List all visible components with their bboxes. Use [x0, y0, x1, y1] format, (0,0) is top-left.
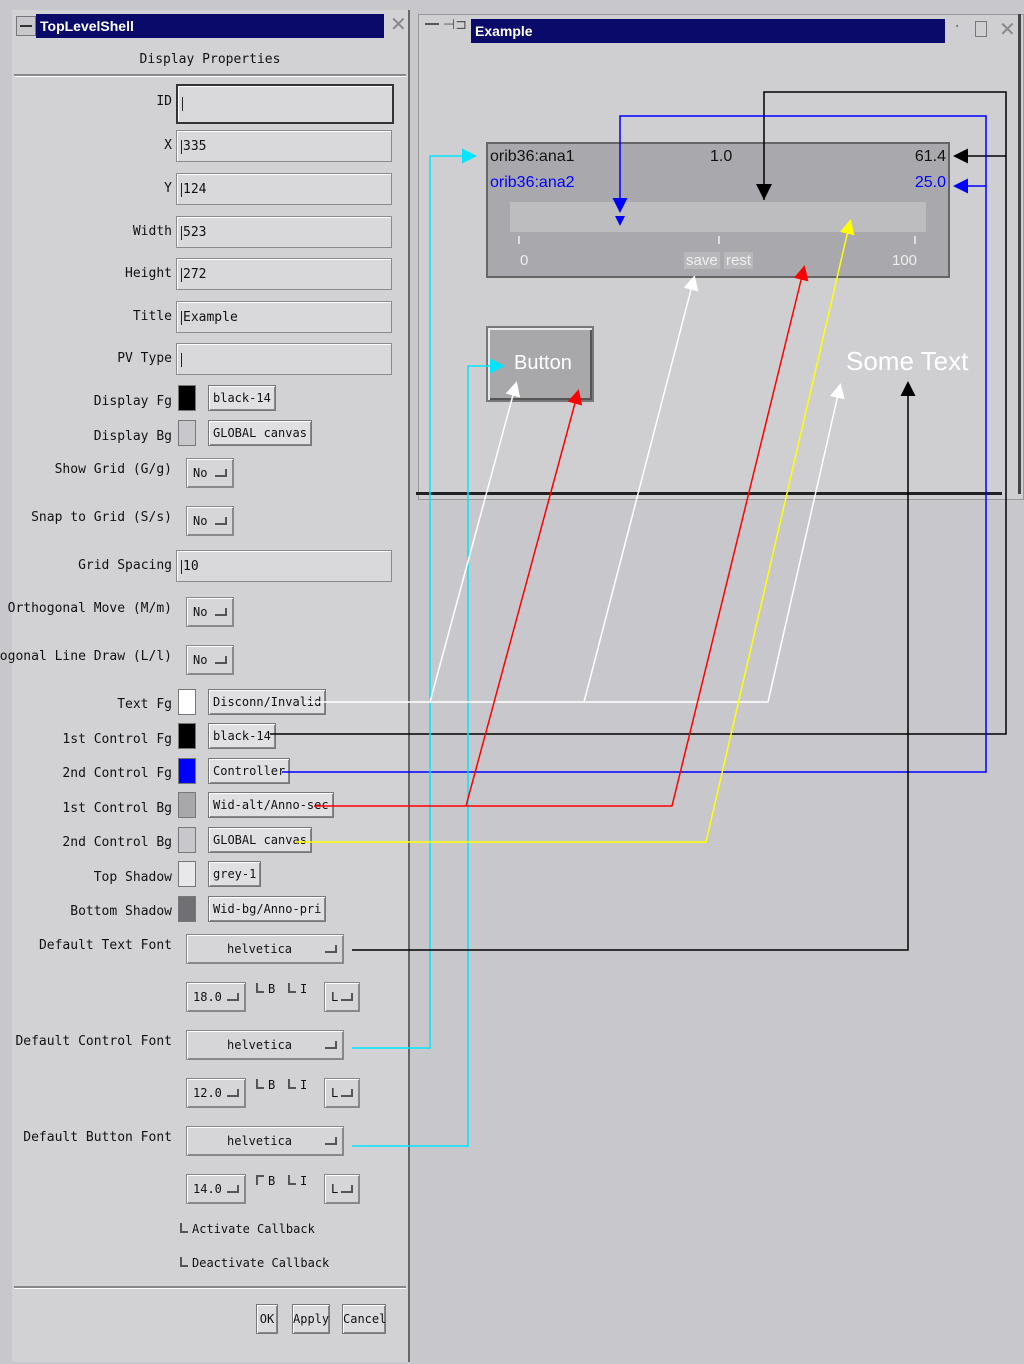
connector-white-2	[583, 275, 699, 703]
connector-black-text-font	[352, 381, 916, 951]
connector-black-top	[763, 91, 1007, 200]
connector-white	[304, 383, 845, 703]
connector-yellow	[296, 219, 855, 843]
connector-cyan-control-font	[352, 148, 477, 1049]
meter-pv2-pointer-icon	[615, 216, 625, 226]
connector-red-2	[465, 389, 583, 807]
connector-blue	[282, 178, 987, 773]
meter-pointer-icon	[756, 184, 772, 200]
connector-black-1st-fg	[270, 156, 1007, 735]
annotation-arrows	[270, 91, 1007, 1147]
connector-white-3	[429, 381, 521, 703]
connector-blue-top	[612, 115, 987, 213]
connector-red	[314, 265, 809, 807]
